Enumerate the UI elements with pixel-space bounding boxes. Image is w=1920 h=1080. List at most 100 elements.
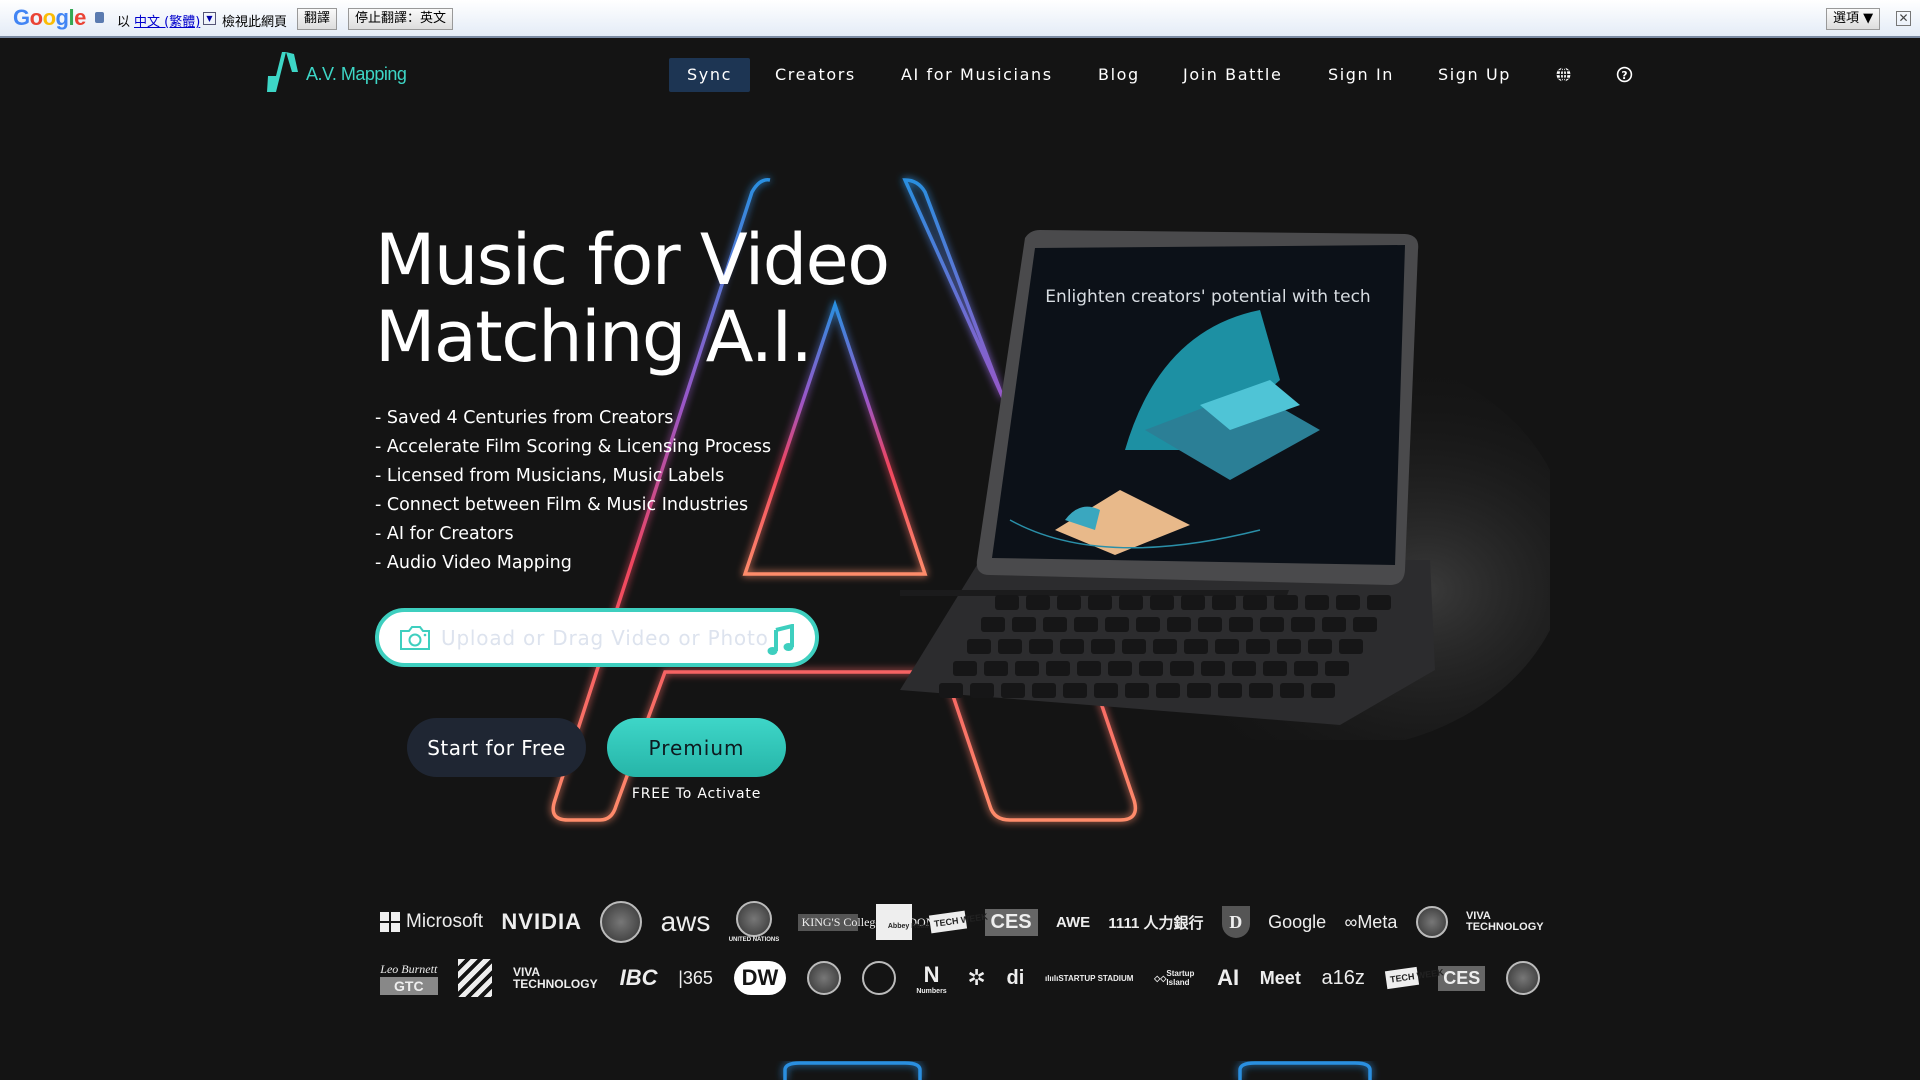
keyboard-key [984,661,1008,676]
partner-logo: ✲ [967,965,986,990]
partner-logo: AI [1217,965,1240,990]
keyboard-key [1246,639,1270,654]
keyboard-key [1015,661,1039,676]
tablet-illustration: Enlighten creators' potential with tech [826,230,1570,750]
keyboard-key [1218,683,1242,698]
premium-button[interactable]: Premium [607,718,786,777]
keyboard-key [1156,683,1180,698]
keyboard-key [1274,595,1298,610]
partner-logo: NVIDIA [501,909,582,934]
upload-input[interactable]: Upload or Drag Video or Photo [375,608,819,667]
upload-placeholder: Upload or Drag Video or Photo [441,625,769,650]
hero-title: Music for Video Matching A.I. [375,219,890,378]
keyboard-key [1325,661,1349,676]
keyboard-key [1119,595,1143,610]
keyboard-key [1026,595,1050,610]
keyboard-key [1201,661,1225,676]
keyboard-key [1153,639,1177,654]
partner-logo: Leo Burnett GTC [380,961,438,995]
keyboard-key [1184,639,1208,654]
tablet-caption: Enlighten creators' potential with tech [1045,287,1370,307]
keyboard-key [1212,595,1236,610]
partner-logo: ◇◇ Startup Island [1154,969,1195,987]
partner-logos-row1: Microsoft NVIDIA aws UNITED NATIONS KING… [380,898,1544,946]
keyboard-key [1260,617,1284,632]
partner-logo: UNITED NATIONS [729,901,779,943]
keyboard-key [1308,639,1332,654]
partner-logo: Abbey Road Studios [875,904,956,940]
keyboard-key [1029,639,1053,654]
keyboard-key [1125,683,1149,698]
partner-logo: ∞ Meta [1344,911,1398,932]
bullet-item: - Audio Video Mapping [375,553,572,573]
partner-logo: di [1006,966,1025,989]
start-for-free-button[interactable]: Start for Free [407,718,586,777]
keyboard-key [1139,661,1163,676]
partner-logo: Google [1268,911,1327,932]
partner-logo: a16z [1321,966,1365,989]
keyboard-key [1108,661,1132,676]
partner-logo: VIVA TECHNOLOGY [1465,910,1544,933]
partner-logo: IBC [619,965,658,990]
partner-logo: VIVA TECHNOLOGY [512,965,598,991]
keyboard-key [1280,683,1304,698]
partner-logo: 1111 人力銀行 [1108,914,1204,932]
keyboard-key [970,683,994,698]
keyboard-key [998,639,1022,654]
music-note-icon[interactable] [767,624,795,656]
keyboard-key [967,639,991,654]
keyboard-key [1091,639,1115,654]
bullet-item: - Connect between Film & Music Industrie… [375,495,749,515]
partner-logo: | 365 [678,967,713,988]
keyboard-key [1322,617,1346,632]
partner-logo: N Numbers [916,961,947,995]
keyboard-key [1263,661,1287,676]
partner-logo: aws [660,906,711,937]
keyboard-key [1291,617,1315,632]
keyboard-key [1105,617,1129,632]
keyboard-key [1294,661,1318,676]
partner-logo: TECH WEEK [929,910,988,934]
keyboard-key [1001,683,1025,698]
keyboard-key [1249,683,1273,698]
partner-logo: AWE [1055,913,1091,931]
partner-seal [1505,961,1540,995]
keyboard-key [1232,661,1256,676]
keyboard-key [1353,617,1377,632]
partner-logo: TECH WEEK [1384,966,1444,990]
partner-logos-row2: Leo Burnett GTC VIVA TECHNOLOGY IBC | 365 … [380,954,1540,1002]
keyboard-key [1136,617,1160,632]
bullet-item: - Licensed from Musicians, Music Labels [375,466,725,486]
keyboard-key [1060,639,1084,654]
keyboard-key [1336,595,1360,610]
keyboard-key [1032,683,1056,698]
premium-note: FREE To Activate [631,786,762,802]
partner-logo: KING'S College LONDON [797,913,934,931]
keyboard-key [1277,639,1301,654]
keyboard-key [1243,595,1267,610]
keyboard-key [939,683,963,698]
keyboard-key [1150,595,1174,610]
keyboard-key [1229,617,1253,632]
bullet-item: - Accelerate Film Scoring & Licensing Pr… [375,437,772,457]
partner-logo: D [1221,906,1250,938]
keyboard-key [1198,617,1222,632]
keyboard-key [1077,661,1101,676]
keyboard-key [1181,595,1205,610]
keyboard-key [1012,617,1036,632]
keyboard-key [1088,595,1112,610]
bullet-item: - Saved 4 Centuries from Creators [375,408,674,428]
partner-logo: DW [733,961,787,995]
keyboard-key [1046,661,1070,676]
keyboard-key [1339,639,1363,654]
keyboard-key [1367,595,1391,610]
keyboard-key [1057,595,1081,610]
keyboard-key [1167,617,1191,632]
bullet-item: - AI for Creators [375,524,514,544]
keyboard-key [1094,683,1118,698]
camera-icon[interactable] [399,625,431,651]
partner-seal [1415,906,1448,938]
keyboard-key [953,661,977,676]
partner-logo: CES [1438,965,1486,991]
partner-logo: CES [984,908,1038,936]
